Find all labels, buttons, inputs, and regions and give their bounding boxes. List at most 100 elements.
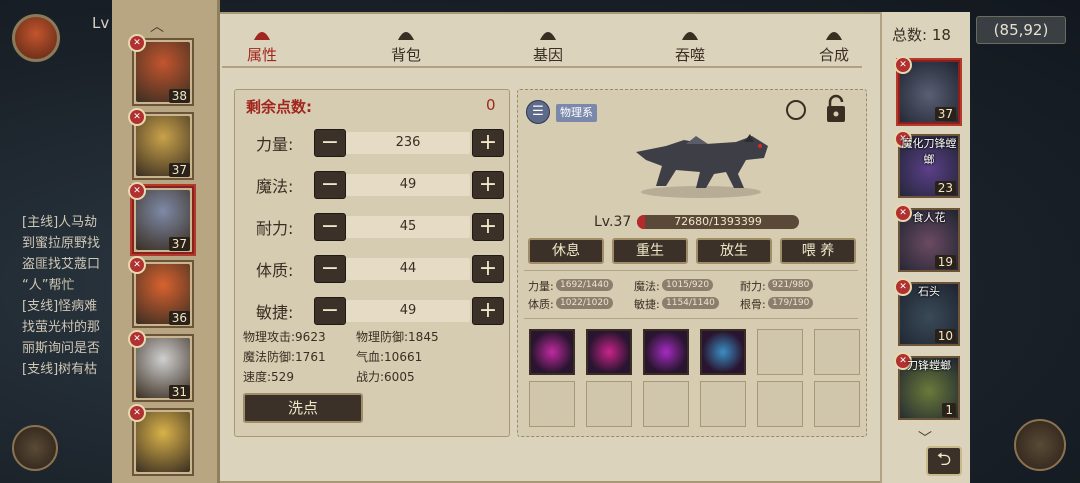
pet-name: 食人花 [912, 211, 946, 224]
remove-icon[interactable]: ✕ [128, 256, 146, 274]
pet-attr-label: 耐力: [740, 280, 766, 293]
pet-name: 魔化刀锋螳螂 [901, 137, 957, 166]
increase-stat-button[interactable]: + [472, 255, 504, 283]
pet-level-badge: 10 [934, 329, 956, 343]
rebirth-button[interactable]: 重生 [612, 238, 688, 264]
empty-skill-slot[interactable] [586, 381, 632, 427]
pet-wolf-portrait [636, 134, 768, 198]
derived-stat-label: 气血: [356, 350, 385, 364]
decrease-stat-button[interactable]: − [314, 129, 346, 157]
pet-list-card[interactable]: ✕ 魔化刀锋螳螂 23 [894, 130, 960, 198]
pet-name: 刀锋螳螂 [907, 359, 951, 372]
release-button[interactable]: 放生 [696, 238, 772, 264]
roster-card[interactable]: ✕ 31 [128, 330, 194, 402]
quest-line: 丽斯询问是否 [22, 341, 101, 356]
pet-list-card[interactable]: ✕ 37 [894, 56, 960, 124]
pet-attr-label: 敏捷: [634, 298, 660, 311]
tab-0[interactable]: 属性 [222, 24, 302, 65]
pet-level: Lv.37 [594, 214, 632, 230]
tab-divider [222, 66, 862, 68]
empty-skill-slot[interactable] [814, 329, 860, 375]
skill-frost-icon[interactable] [700, 329, 746, 375]
back-arrow-button[interactable]: ⮌ [926, 446, 962, 476]
tab-label: 吞噬 [674, 46, 705, 64]
tab-2[interactable]: 基因 [508, 24, 588, 65]
derived-stat: 物理防御:1845 [356, 328, 439, 345]
pet-list-scroll-down-icon[interactable]: ﹀ [918, 428, 932, 448]
feed-button[interactable]: 喂 养 [780, 238, 856, 264]
decrease-stat-button[interactable]: − [314, 171, 346, 199]
derived-stat-label: 魔法防御: [243, 350, 296, 364]
remove-icon[interactable]: ✕ [128, 404, 146, 422]
derived-stat-value: 6005 [384, 370, 415, 384]
pet-list-card[interactable]: ✕ 刀锋螳螂 1 [894, 352, 960, 420]
reset-points-button[interactable]: 洗点 [243, 393, 363, 423]
stat-label: 敏捷: [256, 303, 294, 322]
pet-level-badge: 37 [934, 107, 956, 121]
stat-value: 49 [346, 300, 470, 322]
pet-name: 石头 [918, 285, 940, 298]
pet-attr-value: 921/980 [768, 279, 814, 291]
remove-icon[interactable]: ✕ [894, 56, 912, 74]
increase-stat-button[interactable]: + [472, 213, 504, 241]
derived-stat-label: 战力: [356, 370, 385, 384]
hero-level: 37 [168, 237, 190, 251]
remove-icon[interactable]: ✕ [128, 182, 146, 200]
empty-skill-slot[interactable] [757, 381, 803, 427]
stat-value: 236 [346, 132, 470, 154]
increase-stat-button[interactable]: + [472, 129, 504, 157]
remove-icon[interactable]: ✕ [128, 108, 146, 126]
bottom-left-action-button[interactable] [12, 425, 58, 471]
stat-value: 49 [346, 174, 470, 196]
roster-card[interactable]: ✕ 38 [128, 34, 194, 106]
decrease-stat-button[interactable]: − [314, 255, 346, 283]
player-avatar[interactable] [12, 14, 60, 62]
pet-total-count: 总数: 18 [892, 26, 951, 44]
empty-skill-slot[interactable] [529, 381, 575, 427]
pet-level-badge: 1 [942, 403, 956, 417]
tab-1[interactable]: 背包 [366, 24, 446, 65]
empty-skill-slot[interactable] [814, 381, 860, 427]
remove-icon[interactable]: ✕ [128, 34, 146, 52]
roster-card[interactable]: ✕ 37 [128, 182, 194, 254]
roster-scroll-up-icon[interactable]: ︿ [150, 16, 164, 36]
pet-attr-value: 179/190 [768, 297, 814, 309]
skill-vortex-icon[interactable] [529, 329, 575, 375]
skill-burst-icon[interactable] [643, 329, 689, 375]
tab-label: 背包 [390, 46, 421, 64]
quest-line: 到蜜拉原野找 [22, 236, 101, 251]
tab-3[interactable]: 吞噬 [650, 24, 730, 65]
stat-label: 力量: [256, 135, 294, 154]
lock-icon[interactable] [824, 94, 848, 124]
roster-card[interactable]: ✕ [128, 404, 194, 476]
quest-line: “人”帮忙 [22, 278, 75, 293]
empty-skill-slot[interactable] [757, 329, 803, 375]
pet-list-card[interactable]: ✕ 食人花 19 [894, 204, 960, 272]
bag-icon [395, 24, 417, 42]
decrease-stat-button[interactable]: − [314, 213, 346, 241]
rename-quill-icon[interactable] [786, 100, 806, 120]
rest-button[interactable]: 休息 [528, 238, 604, 264]
roster-card[interactable]: ✕ 37 [128, 108, 194, 180]
bottom-right-action-button[interactable] [1014, 419, 1066, 471]
tab-4[interactable]: 合成 [794, 24, 874, 65]
decrease-stat-button[interactable]: − [314, 297, 346, 325]
pet-list-card[interactable]: ✕ 石头 10 [894, 278, 960, 346]
increase-stat-button[interactable]: + [472, 297, 504, 325]
roster-card[interactable]: ✕ 36 [128, 256, 194, 328]
derived-stat: 战力:6005 [356, 368, 415, 385]
devour-icon [679, 24, 701, 42]
derived-stat: 物理攻击:9623 [243, 328, 326, 345]
skill-claw-icon[interactable] [586, 329, 632, 375]
pet-level-badge: 19 [934, 255, 956, 269]
divider [524, 318, 858, 319]
empty-skill-slot[interactable] [700, 381, 746, 427]
remaining-points-value: 0 [486, 96, 496, 114]
quest-line: 找萤光村的那 [22, 320, 101, 335]
list-menu-icon[interactable]: ☰ [526, 100, 550, 124]
stat-label: 魔法: [256, 177, 294, 196]
remove-icon[interactable]: ✕ [128, 330, 146, 348]
increase-stat-button[interactable]: + [472, 171, 504, 199]
quest-tracker[interactable]: [主线]人马劫 到蜜拉原野找 盗匪找艾蔻口 “人”帮忙 [支线]怪病难 找萤光村的那 丽斯询… [22, 212, 122, 380]
empty-skill-slot[interactable] [643, 381, 689, 427]
